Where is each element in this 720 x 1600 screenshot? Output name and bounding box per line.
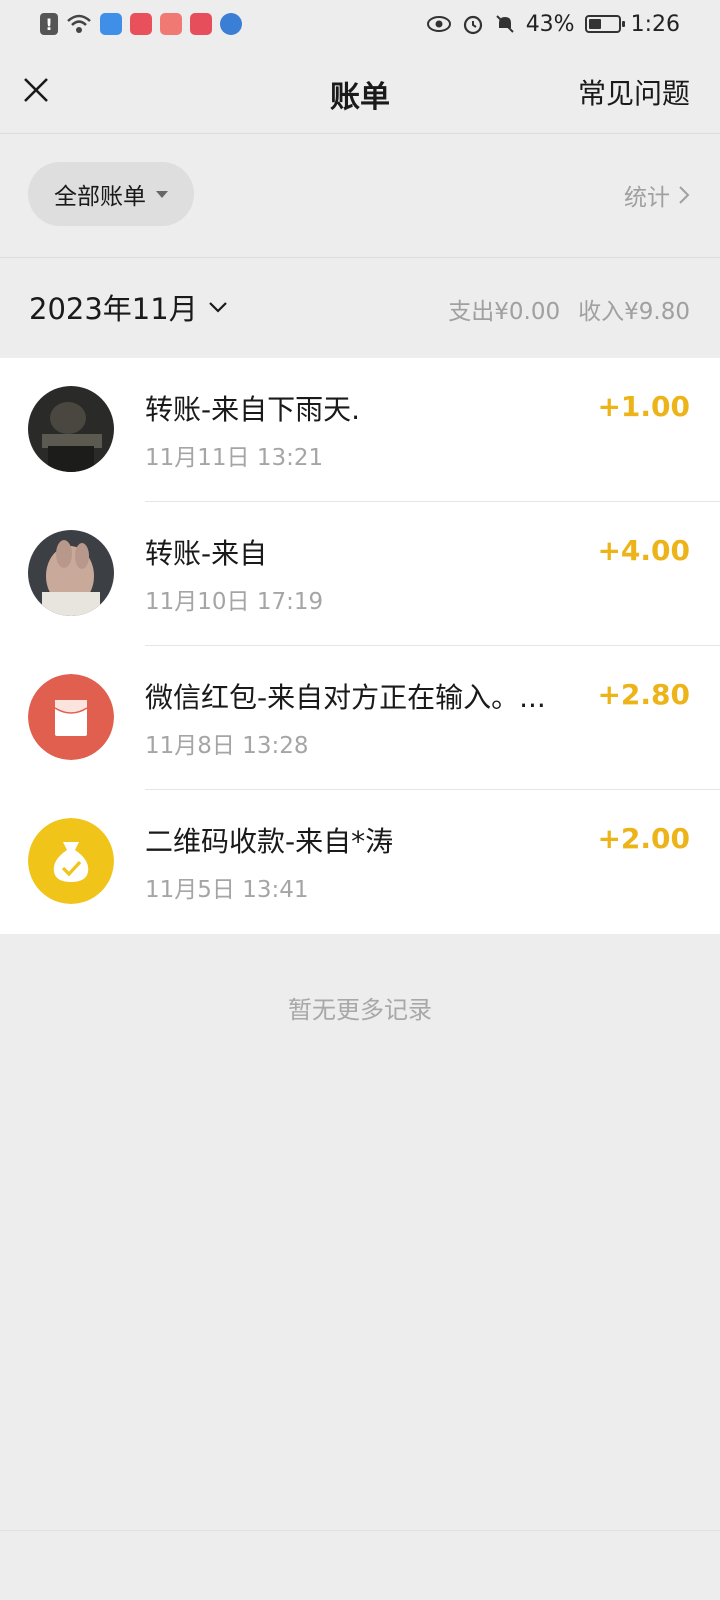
chevron-down-icon bbox=[208, 302, 227, 313]
income-total: 收入¥9.80 bbox=[578, 299, 690, 325]
battery-icon bbox=[584, 15, 625, 33]
app-icon bbox=[160, 13, 182, 35]
caret-down-icon bbox=[156, 190, 168, 198]
avatar bbox=[28, 530, 114, 616]
transaction-row[interactable]: 二维码收款-来自*涛 11月5日 13:41 +2.00 bbox=[0, 790, 720, 934]
transaction-amount: +4.00 bbox=[597, 534, 690, 567]
transaction-time: 11月11日 13:21 bbox=[145, 445, 324, 471]
transaction-title: 转账-来自下雨天. bbox=[145, 393, 361, 426]
transaction-title: 二维码收款-来自*涛 bbox=[145, 825, 394, 858]
alert-icon: ! bbox=[40, 13, 58, 35]
app-icon bbox=[130, 13, 152, 35]
transaction-time: 11月8日 13:28 bbox=[145, 733, 309, 759]
chevron-right-icon bbox=[679, 186, 690, 204]
alarm-icon bbox=[463, 15, 482, 35]
transaction-row[interactable]: 微信红包-来自对方正在输入。... 11月8日 13:28 +2.80 bbox=[0, 646, 720, 790]
status-right: 43% 1:26 bbox=[426, 12, 680, 37]
month-label: 2023年11月 bbox=[29, 292, 198, 326]
divider bbox=[0, 1530, 720, 1531]
faq-link[interactable]: 常见问题 bbox=[578, 72, 690, 112]
transaction-amount: +2.00 bbox=[597, 822, 690, 855]
battery-percent: 43% bbox=[525, 11, 575, 37]
transaction-list: 转账-来自下雨天. 11月11日 13:21 +1.00 转账-来自 11月10… bbox=[0, 358, 720, 934]
battery-level bbox=[588, 19, 601, 29]
transaction-time: 11月5日 13:41 bbox=[145, 877, 309, 903]
transaction-row[interactable]: 转账-来自 11月10日 17:19 +4.00 bbox=[0, 502, 720, 646]
status-bar: ! 43% 1:26 bbox=[0, 0, 720, 48]
transaction-time: 11月10日 17:19 bbox=[145, 589, 324, 615]
filter-row: 全部账单 统计 bbox=[0, 134, 720, 258]
transaction-title: 转账-来自 bbox=[145, 537, 268, 570]
expense-total: 支出¥0.00 bbox=[448, 299, 561, 325]
money-bag-icon bbox=[28, 818, 114, 904]
transaction-amount: +2.80 bbox=[597, 678, 690, 711]
browser-icon bbox=[220, 13, 242, 35]
status-left-icons: ! bbox=[40, 13, 242, 35]
bill-filter-label: 全部账单 bbox=[54, 184, 146, 210]
mute-icon bbox=[495, 15, 514, 33]
clock: 1:26 bbox=[630, 11, 680, 37]
avatar bbox=[28, 386, 114, 472]
statistics-link[interactable]: 统计 bbox=[624, 178, 690, 212]
month-selector[interactable]: 2023年11月 bbox=[29, 286, 228, 328]
app-icon bbox=[100, 13, 122, 35]
no-more-records: 暂无更多记录 bbox=[288, 996, 432, 1024]
month-row: 2023年11月 支出¥0.00 收入¥9.80 bbox=[0, 258, 720, 358]
red-packet-icon bbox=[28, 674, 114, 760]
eye-icon bbox=[426, 16, 451, 32]
bill-filter-dropdown[interactable]: 全部账单 bbox=[28, 162, 194, 226]
month-summary: 支出¥0.00 收入¥9.80 bbox=[448, 292, 690, 326]
transaction-amount: +1.00 bbox=[597, 390, 690, 423]
wifi-icon bbox=[67, 14, 91, 33]
statistics-label: 统计 bbox=[624, 185, 670, 211]
transaction-row[interactable]: 转账-来自下雨天. 11月11日 13:21 +1.00 bbox=[0, 358, 720, 502]
app-icon bbox=[190, 13, 212, 35]
transaction-title: 微信红包-来自对方正在输入。... bbox=[145, 681, 546, 714]
nav-bar: 账单 常见问题 bbox=[0, 48, 720, 134]
